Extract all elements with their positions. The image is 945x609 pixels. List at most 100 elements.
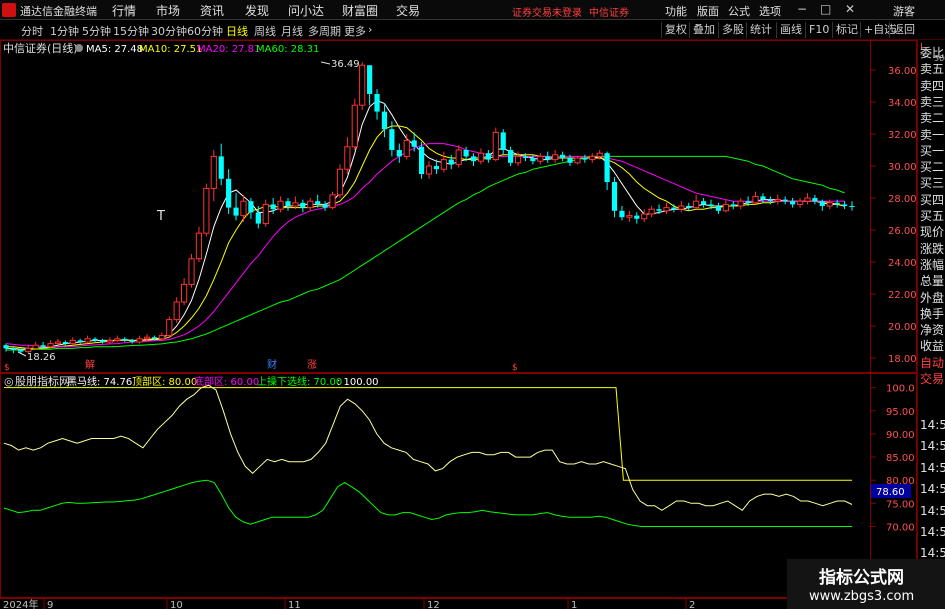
- side-panel-label[interactable]: 委比: [920, 46, 944, 60]
- indicator-line: [3, 384, 853, 511]
- candle-body: [574, 157, 581, 164]
- menu-discover[interactable]: 发现: [245, 2, 269, 19]
- side-panel-label[interactable]: 14:56: [920, 504, 945, 518]
- side-panel-label[interactable]: 外盘: [920, 291, 944, 305]
- side-panel-label[interactable]: 卖一: [920, 128, 944, 142]
- candle-body: [678, 205, 685, 210]
- indicator-tick-label: 85.00: [886, 453, 915, 464]
- candle-body: [819, 201, 825, 206]
- candle-body: [752, 195, 759, 204]
- event-marker-unlock[interactable]: 解: [85, 358, 95, 371]
- side-panel-label[interactable]: 14:56: [920, 482, 945, 496]
- event-marker-dollar[interactable]: $: [512, 363, 518, 373]
- period-weekly[interactable]: 周线: [254, 23, 276, 39]
- stock-chart[interactable]: 中信证券(日线) MA5: 27.48MA10: 27.51MA20: 27.8…: [0, 40, 917, 609]
- candle-body: [233, 207, 239, 216]
- period-timeshare[interactable]: 分时: [21, 23, 43, 39]
- period-multi[interactable]: 多周期: [308, 23, 341, 39]
- maximize-icon[interactable]: □: [820, 2, 831, 16]
- period-60min[interactable]: 60分钟: [187, 23, 223, 39]
- minimize-icon[interactable]: −: [797, 2, 807, 16]
- side-panel-label[interactable]: 现价: [920, 225, 944, 239]
- period-daily[interactable]: 日线: [226, 23, 248, 39]
- event-marker-rise[interactable]: 涨: [307, 359, 317, 371]
- period-15min[interactable]: 15分钟: [113, 23, 149, 39]
- side-panel-label[interactable]: 14:56: [920, 418, 945, 432]
- ma-legend-item: MA5: 27.48: [86, 44, 143, 55]
- candle-body: [841, 204, 848, 206]
- overlay-button[interactable]: 叠加: [689, 22, 718, 38]
- ma-legend-item: MA60: 28.31: [256, 44, 319, 55]
- period-more[interactable]: 更多: [344, 23, 366, 39]
- f10-button[interactable]: F10: [805, 22, 832, 38]
- settings-icon[interactable]: [75, 44, 83, 52]
- menu-news[interactable]: 资讯: [200, 2, 224, 19]
- event-marker-dollar[interactable]: $: [4, 363, 10, 373]
- ma-legend: MA5: 27.48MA10: 27.51MA20: 27.81MA60: 28…: [86, 44, 319, 55]
- side-panel-label[interactable]: 14:56: [920, 525, 945, 539]
- indicator-line: [3, 479, 852, 527]
- candle-body: [359, 64, 366, 106]
- side-panel-label[interactable]: 涨幅: [920, 258, 944, 272]
- side-panel-label[interactable]: 交易: [920, 372, 944, 386]
- close-icon[interactable]: ✕: [845, 2, 855, 16]
- side-panel-label[interactable]: 总量: [920, 274, 944, 288]
- menu-market[interactable]: 市场: [156, 2, 180, 19]
- candle-body: [508, 150, 514, 163]
- adjust-button[interactable]: 复权: [661, 22, 690, 38]
- trade-login-status[interactable]: 证券交易未登录: [512, 4, 582, 19]
- period-1min[interactable]: 1分钟: [50, 23, 79, 39]
- side-panel-label[interactable]: 14:56: [920, 439, 945, 453]
- period-5min[interactable]: 5分钟: [82, 23, 111, 39]
- period-30min[interactable]: 30分钟: [151, 23, 187, 39]
- side-panel-label[interactable]: 卖五: [920, 62, 944, 76]
- side-panel-label[interactable]: 14:56: [920, 461, 945, 475]
- side-panel-label[interactable]: 买五: [920, 209, 944, 223]
- side-panel-label[interactable]: 涨跌: [920, 242, 944, 256]
- side-panel-label[interactable]: 卖三: [920, 95, 944, 109]
- event-marker-finance[interactable]: 财: [267, 358, 277, 371]
- side-panel-label[interactable]: 买二: [920, 160, 944, 174]
- candle-body: [589, 155, 596, 161]
- candle-body: [492, 131, 499, 161]
- side-panel-label[interactable]: 买一: [920, 144, 944, 158]
- guest-user[interactable]: 游客: [893, 3, 915, 19]
- side-panel-label[interactable]: 卖四: [920, 79, 944, 93]
- candle-body: [634, 215, 640, 219]
- candle-body: [181, 283, 188, 303]
- chevron-right-icon[interactable]: ›: [368, 23, 372, 36]
- menu-quotes[interactable]: 行情: [112, 2, 136, 19]
- candle-body: [166, 319, 173, 337]
- period-monthly[interactable]: 月线: [281, 23, 303, 39]
- side-panel-label[interactable]: 换手: [920, 307, 944, 321]
- mark-button[interactable]: 标记: [832, 22, 861, 38]
- indicator-settings-icon[interactable]: ◎: [4, 375, 14, 388]
- indicator-line: [4, 387, 852, 481]
- broker-name[interactable]: 中信证券: [589, 4, 629, 19]
- statistics-button[interactable]: 统计: [746, 22, 775, 38]
- side-panel-label[interactable]: 买四: [920, 193, 944, 207]
- candle-body: [151, 337, 158, 339]
- side-panel-label[interactable]: 自动: [920, 356, 944, 370]
- side-panel-label[interactable]: 收益: [920, 339, 944, 353]
- side-panel-label[interactable]: 买三: [920, 176, 944, 190]
- indicator-legend-item: 上操下选线: 70.00: [257, 375, 342, 388]
- menu-layout[interactable]: 版面: [697, 3, 719, 19]
- candle-body: [203, 187, 210, 234]
- menu-options[interactable]: 选项: [759, 3, 781, 19]
- menu-trade[interactable]: 交易: [396, 2, 420, 19]
- time-tick-label: 10: [170, 600, 183, 609]
- menu-wealth-circle[interactable]: 财富圈: [342, 2, 378, 19]
- menu-formula[interactable]: 公式: [728, 3, 750, 19]
- candle-body: [455, 149, 462, 165]
- multi-stock-button[interactable]: 多股: [718, 22, 747, 38]
- side-panel-label[interactable]: 卖二: [920, 111, 944, 125]
- candle-body: [92, 338, 98, 341]
- indicator-legend-item: 黑马线: 74.76: [67, 375, 132, 388]
- menu-assistant[interactable]: 问小达: [288, 2, 324, 19]
- drawing-button[interactable]: 画线: [776, 22, 805, 38]
- side-panel-label[interactable]: 净资: [920, 323, 944, 337]
- price-tick-label: 20.00: [888, 322, 917, 333]
- menu-functions[interactable]: 功能: [665, 3, 687, 19]
- back-button[interactable]: 返回: [889, 22, 918, 38]
